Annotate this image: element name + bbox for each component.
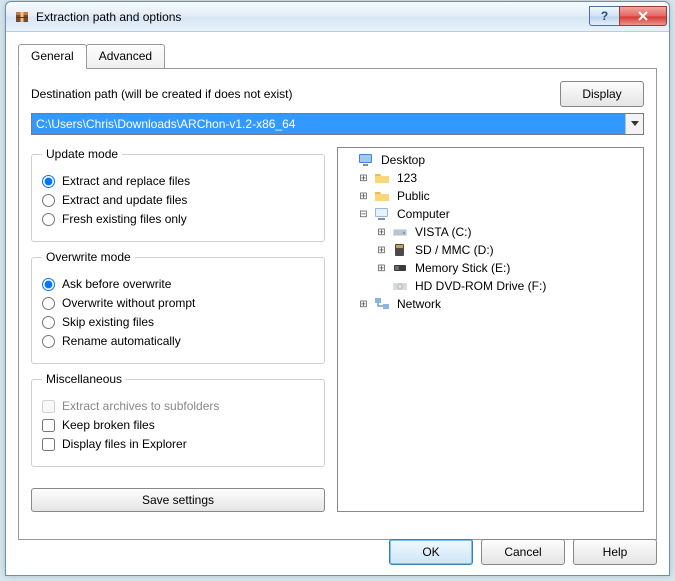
expand-icon[interactable]: ⊞ bbox=[376, 263, 387, 274]
radio-fresh-existing[interactable]: Fresh existing files only bbox=[42, 212, 314, 226]
tabstrip: General Advanced bbox=[18, 44, 657, 68]
help-icon: ? bbox=[601, 9, 608, 23]
tree-node-drive-d[interactable]: ⊞ SD / MMC (D:) bbox=[340, 241, 641, 259]
tree-node-123[interactable]: ⊞ 123 bbox=[340, 169, 641, 187]
chevron-down-icon bbox=[631, 121, 639, 127]
misc-group: Miscellaneous Extract archives to subfol… bbox=[31, 372, 325, 467]
tab-general[interactable]: General bbox=[18, 44, 87, 69]
hdd-icon bbox=[391, 224, 409, 240]
check-broken[interactable]: Keep broken files bbox=[42, 418, 314, 432]
destination-input[interactable] bbox=[32, 114, 625, 134]
computer-icon bbox=[373, 206, 391, 222]
titlebar-close-button[interactable] bbox=[619, 6, 667, 26]
desktop-icon bbox=[357, 152, 375, 168]
tree-node-desktop[interactable]: Desktop bbox=[340, 151, 641, 169]
update-mode-legend: Update mode bbox=[42, 147, 122, 161]
extraction-dialog: Extraction path and options ? General Ad… bbox=[5, 1, 670, 576]
network-icon bbox=[373, 296, 391, 312]
folder-tree[interactable]: Desktop ⊞ 123 ⊞ Public bbox=[337, 147, 644, 512]
destination-combo[interactable] bbox=[31, 113, 644, 135]
help-button[interactable]: Help bbox=[573, 539, 657, 565]
overwrite-mode-legend: Overwrite mode bbox=[42, 250, 135, 264]
titlebar[interactable]: Extraction path and options ? bbox=[6, 2, 669, 32]
expand-icon[interactable]: ⊞ bbox=[358, 191, 369, 202]
expand-icon[interactable]: ⊞ bbox=[358, 299, 369, 310]
radio-skip-existing[interactable]: Skip existing files bbox=[42, 315, 314, 329]
overwrite-mode-group: Overwrite mode Ask before overwrite Over… bbox=[31, 250, 325, 364]
dvd-icon bbox=[391, 278, 409, 294]
tree-node-drive-c[interactable]: ⊞ VISTA (C:) bbox=[340, 223, 641, 241]
tabpanel-general: Destination path (will be created if doe… bbox=[18, 68, 657, 540]
sd-icon bbox=[391, 242, 409, 258]
check-subfolders: Extract archives to subfolders bbox=[42, 399, 314, 413]
tree-node-network[interactable]: ⊞ Network bbox=[340, 295, 641, 313]
folder-icon bbox=[373, 188, 391, 204]
save-settings-button[interactable]: Save settings bbox=[31, 488, 325, 512]
memorystick-icon bbox=[391, 260, 409, 276]
radio-extract-replace[interactable]: Extract and replace files bbox=[42, 174, 314, 188]
tab-advanced[interactable]: Advanced bbox=[86, 44, 165, 68]
window-title: Extraction path and options bbox=[36, 10, 589, 24]
radio-rename-auto[interactable]: Rename automatically bbox=[42, 334, 314, 348]
winrar-icon bbox=[14, 9, 30, 25]
update-mode-group: Update mode Extract and replace files Ex… bbox=[31, 147, 325, 242]
expand-icon[interactable]: ⊞ bbox=[358, 173, 369, 184]
expand-icon[interactable]: ⊞ bbox=[376, 245, 387, 256]
expand-icon[interactable]: ⊞ bbox=[376, 227, 387, 238]
radio-extract-update[interactable]: Extract and update files bbox=[42, 193, 314, 207]
destination-label: Destination path (will be created if doe… bbox=[31, 87, 560, 101]
collapse-icon[interactable]: ⊟ bbox=[358, 209, 369, 220]
titlebar-help-button[interactable]: ? bbox=[589, 6, 619, 26]
cancel-button[interactable]: Cancel bbox=[481, 539, 565, 565]
misc-legend: Miscellaneous bbox=[42, 372, 126, 386]
dialog-footer: OK Cancel Help bbox=[389, 539, 657, 565]
display-button[interactable]: Display bbox=[560, 81, 644, 107]
radio-ask-overwrite[interactable]: Ask before overwrite bbox=[42, 277, 314, 291]
tree-node-computer[interactable]: ⊟ Computer bbox=[340, 205, 641, 223]
tree-node-drive-f[interactable]: HD DVD-ROM Drive (F:) bbox=[340, 277, 641, 295]
tree-node-drive-e[interactable]: ⊞ Memory Stick (E:) bbox=[340, 259, 641, 277]
combo-dropdown-button[interactable] bbox=[625, 114, 643, 134]
folder-icon bbox=[373, 170, 391, 186]
tree-node-public[interactable]: ⊞ Public bbox=[340, 187, 641, 205]
radio-overwrite-noprompt[interactable]: Overwrite without prompt bbox=[42, 296, 314, 310]
check-explorer[interactable]: Display files in Explorer bbox=[42, 437, 314, 451]
close-icon bbox=[637, 11, 649, 21]
ok-button[interactable]: OK bbox=[389, 539, 473, 565]
